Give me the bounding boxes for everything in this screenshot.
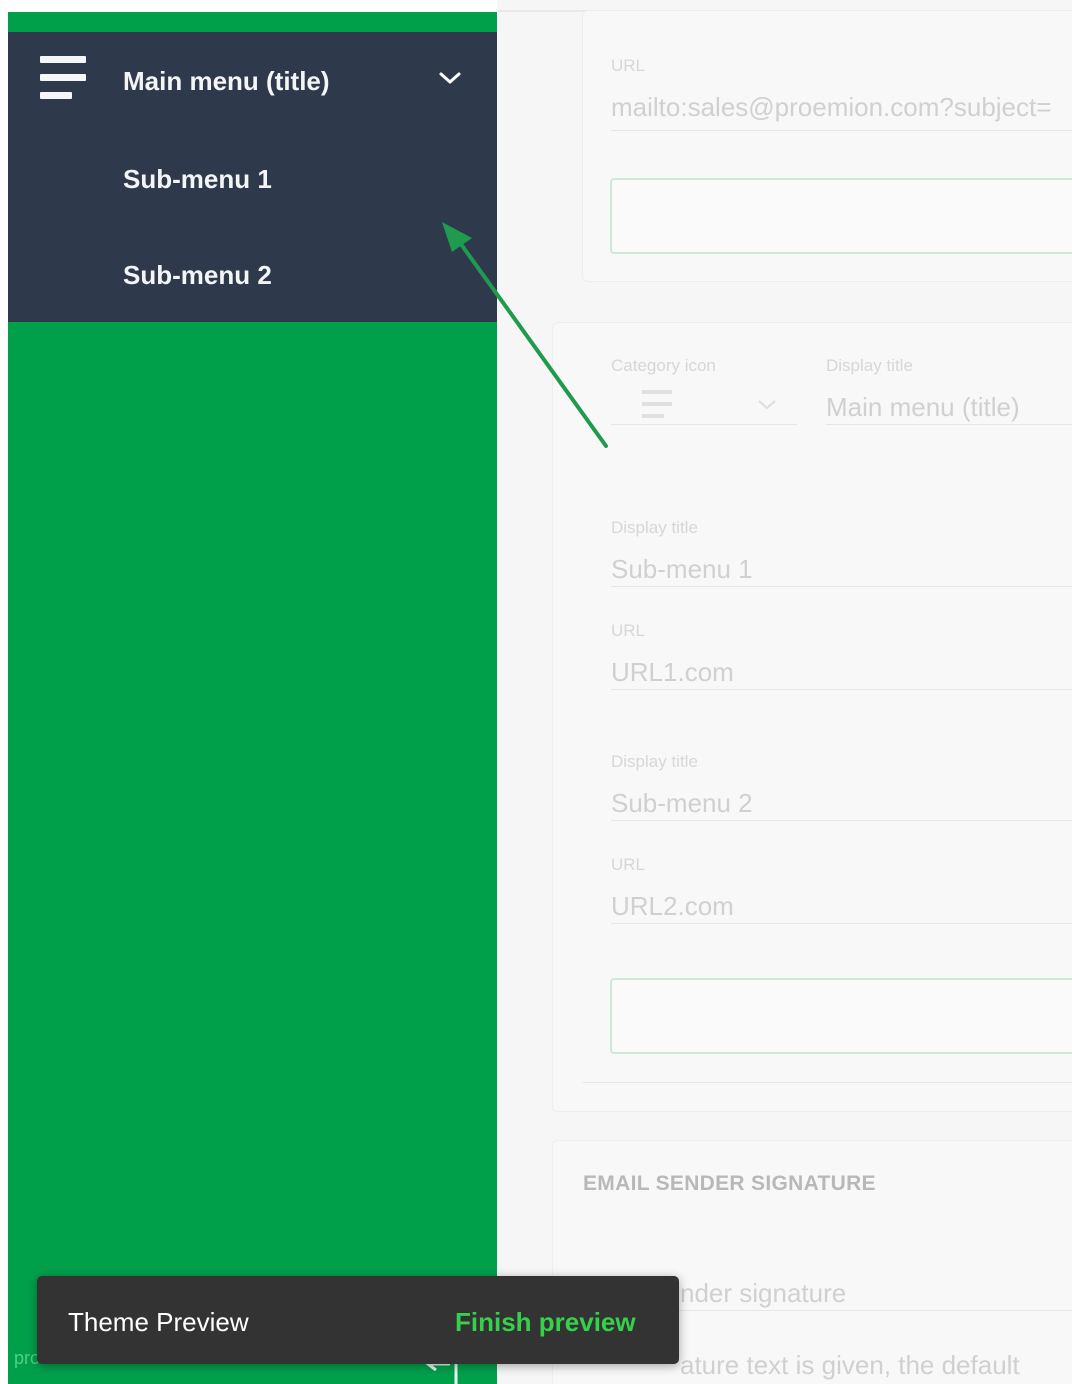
submenu-item-2[interactable]: Sub-menu 2: [8, 238, 497, 318]
add-item-field[interactable]: [610, 178, 1072, 254]
add-sub-item-field[interactable]: [610, 978, 1072, 1054]
chevron-down-icon[interactable]: [438, 70, 462, 86]
finish-preview-button[interactable]: Finish preview: [455, 1307, 636, 1338]
category-divider: [583, 1082, 1072, 1083]
icon-select-underline: [611, 424, 797, 425]
category-display-title-input[interactable]: Main menu (title): [826, 392, 1020, 423]
sidebar: Main menu (title) Sub-menu 1 Sub-menu 2: [8, 12, 497, 1384]
url-label: URL: [611, 56, 646, 75]
sub1-url-input[interactable]: URL1.com: [611, 657, 734, 688]
url-underline: [611, 130, 1072, 131]
sub1-display-title-input[interactable]: Sub-menu 1: [611, 554, 753, 585]
main-menu-header[interactable]: Main menu (title): [8, 32, 497, 132]
email-section-title: EMAIL SENDER SIGNATURE: [583, 1172, 876, 1195]
sub1-url-label: URL: [611, 621, 646, 640]
sub2-title-underline: [611, 820, 1072, 821]
chevron-down-icon[interactable]: [756, 398, 778, 412]
url-input[interactable]: mailto:sales@proemion.com?subject=: [611, 92, 1051, 123]
sub2-url-underline: [611, 923, 1072, 924]
category-display-title-label: Display title: [826, 356, 913, 375]
sub2-display-title-label: Display title: [611, 752, 698, 771]
display-title-underline: [826, 424, 1072, 425]
sub2-url-label: URL: [611, 855, 646, 874]
hamburger-icon: [40, 56, 86, 104]
signature-hint: ature text is given, the default: [680, 1350, 1020, 1380]
theme-preview-toast: Theme Preview Finish preview: [37, 1276, 679, 1364]
sub2-url-input[interactable]: URL2.com: [611, 891, 734, 922]
submenu-item-label: Sub-menu 2: [123, 260, 272, 290]
submenu-item-1[interactable]: Sub-menu 1: [8, 142, 497, 222]
category-icon-select[interactable]: [640, 388, 680, 424]
main-menu-title: Main menu (title): [123, 66, 330, 96]
sender-signature-input[interactable]: nder signature: [680, 1278, 846, 1309]
toast-title: Theme Preview: [68, 1307, 249, 1337]
sub1-title-underline: [611, 586, 1072, 587]
submenu-item-label: Sub-menu 1: [123, 164, 272, 194]
sub1-display-title-label: Display title: [611, 518, 698, 537]
sub2-display-title-input[interactable]: Sub-menu 2: [611, 788, 753, 819]
sub1-url-underline: [611, 689, 1072, 690]
signature-underline: [611, 1310, 1072, 1311]
app-root: URL mailto:sales@proemion.com?subject= C…: [0, 0, 1072, 1384]
sidebar-menu: Main menu (title) Sub-menu 1 Sub-menu 2: [8, 32, 497, 322]
category-icon-label: Category icon: [611, 356, 716, 375]
